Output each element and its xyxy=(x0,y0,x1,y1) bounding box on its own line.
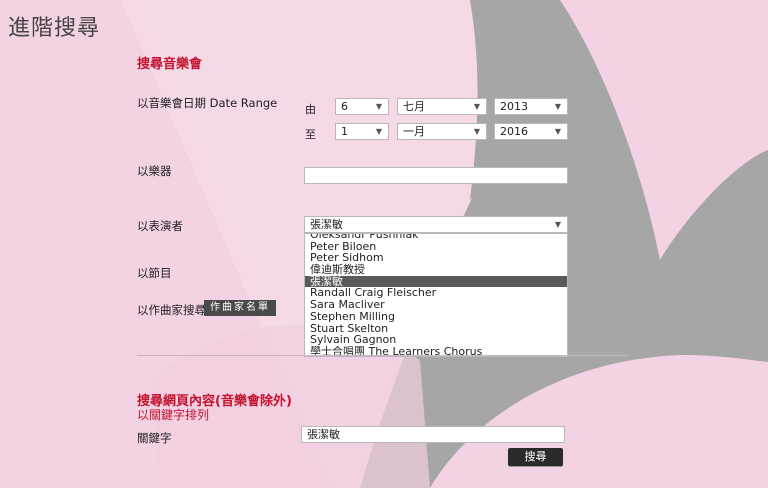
performer-option[interactable]: Stephen Milling xyxy=(305,311,567,323)
to-label: 至 xyxy=(305,128,316,141)
from-day-value: 6 xyxy=(341,100,348,113)
search-button[interactable]: 搜尋 xyxy=(508,448,563,466)
chevron-down-icon: ▼ xyxy=(473,102,480,111)
composer-label: 以作曲家搜尋 xyxy=(137,303,206,317)
chevron-down-icon: ▼ xyxy=(375,102,382,111)
date-range-label: 以音樂會日期 Date Range xyxy=(137,96,278,110)
chevron-down-icon: ▼ xyxy=(554,102,561,111)
from-month-select[interactable]: 七月 ▼ xyxy=(397,98,487,115)
chevron-down-icon: ▼ xyxy=(554,127,561,136)
page-title: 進階搜尋 xyxy=(8,16,101,41)
to-day-select[interactable]: 1 ▼ xyxy=(335,123,389,140)
program-label: 以節目 xyxy=(137,266,172,280)
performer-dropdown-list[interactable]: Oleksandr Pushniak Peter Biloen Peter Sidh… xyxy=(304,233,568,357)
instrument-input[interactable] xyxy=(304,167,568,184)
performer-label: 以表演者 xyxy=(137,219,183,233)
instrument-label: 以樂器 xyxy=(137,164,172,178)
to-year-value: 2016 xyxy=(500,125,528,138)
to-month-value: 一月 xyxy=(403,125,425,138)
chevron-down-icon: ▼ xyxy=(554,220,561,229)
composer-list-button[interactable]: 作曲家名單 xyxy=(204,300,276,316)
section-divider xyxy=(137,355,627,356)
from-day-select[interactable]: 6 ▼ xyxy=(335,98,389,115)
chevron-down-icon: ▼ xyxy=(473,127,480,136)
keyword-label: 關鍵字 xyxy=(137,431,172,445)
to-day-value: 1 xyxy=(341,125,348,138)
keyword-input[interactable]: 張潔敏 xyxy=(301,426,565,443)
chevron-down-icon: ▼ xyxy=(375,127,382,136)
from-year-select[interactable]: 2013 ▼ xyxy=(494,98,568,115)
from-label: 由 xyxy=(305,103,316,116)
from-month-value: 七月 xyxy=(403,100,425,113)
to-month-select[interactable]: 一月 ▼ xyxy=(397,123,487,140)
to-year-select[interactable]: 2016 ▼ xyxy=(494,123,568,140)
from-year-value: 2013 xyxy=(500,100,528,113)
site-search-subheading: 以關鍵字排列 xyxy=(137,408,210,422)
performer-value: 張潔敏 xyxy=(310,218,343,231)
performer-select[interactable]: 張潔敏 ▼ xyxy=(304,216,568,233)
concert-search-heading: 搜尋音樂會 xyxy=(137,57,203,72)
performer-option[interactable]: 偉迪斯教授 xyxy=(305,264,567,276)
